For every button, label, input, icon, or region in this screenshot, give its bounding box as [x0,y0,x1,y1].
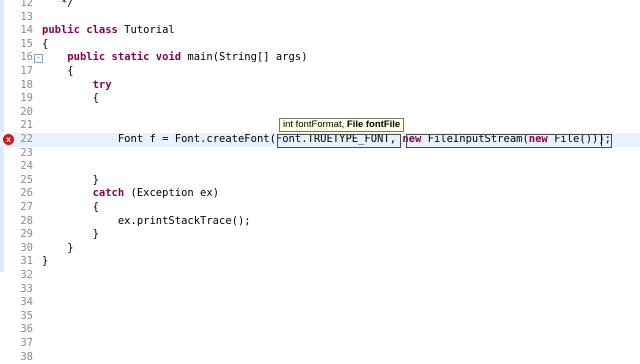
code-line-19[interactable]: 19 { [0,92,640,106]
line-number: 30 [20,241,33,254]
code-line-26[interactable]: 26 catch (Exception ex) [0,187,640,201]
code-line-12[interactable]: 12 */ [0,0,640,11]
text-caret [601,134,602,146]
code-text: { [42,201,99,213]
line-number: 36 [20,323,33,336]
keyword: public static void [67,51,182,64]
code-text: { [42,65,74,77]
code-line-30[interactable]: 30 } [0,242,640,256]
code-text: public static void main(String[] args) [67,51,308,64]
code-text: } [42,228,99,241]
parameter-hint-tooltip: int fontFormat, File fontFile [279,118,405,132]
code-text: } [42,241,74,254]
line-number: 20 [20,105,33,118]
line-number: 14 [20,24,33,37]
line-number: 19 [20,92,33,105]
code-line-33[interactable]: 33 [0,283,640,297]
error-marker-icon[interactable]: x [3,134,14,145]
code-line-31[interactable]: 31} [0,255,640,269]
code-text: catch (Exception ex) [92,187,220,200]
line-number: 15 [20,37,33,50]
code-line-23[interactable]: 23 [0,147,640,161]
code-line-24[interactable]: 24 [0,160,640,174]
line-number: 24 [20,160,33,173]
code-line-37[interactable]: 37 [0,337,640,351]
code-line-25[interactable]: 25 } [0,174,640,188]
code-text: } [42,255,49,268]
code-line-16[interactable]: 16- public static void main(String[] arg… [0,51,640,65]
line-number: 18 [20,78,33,91]
linked-argument-box-2 [406,134,612,148]
line-number: 17 [20,65,33,77]
tooltip-param-font-file: File fontFile [346,119,401,130]
code-text: public class Tutorial [42,24,175,37]
keyword: public class [42,24,118,37]
code-text: } [42,173,99,186]
code-text: try [42,79,112,93]
line-number: 13 [20,10,33,23]
line-number: 37 [20,337,33,349]
line-number: 12 [20,0,33,9]
code-line-18[interactable]: 18 try [0,79,640,93]
line-number: 34 [20,296,33,309]
code-line-29[interactable]: 29 } [0,228,640,242]
code-line-36[interactable]: 36 [0,323,640,337]
keyword: try [92,78,112,91]
line-number: 28 [20,214,33,227]
line-number: 16 [20,51,33,64]
code-line-15[interactable]: 15 { [0,38,640,52]
line-number: 29 [20,228,33,241]
tooltip-param-font-format: int fontFormat, [283,119,347,130]
line-number: 27 [20,201,33,213]
code-line-28[interactable]: 28 ex.printStackTrace(); [0,215,640,229]
code-line-17[interactable]: 17 { [0,65,640,79]
keyword: catch [92,187,125,200]
code-line-13[interactable]: 13 [0,11,640,25]
line-number: 23 [20,146,33,159]
code-text: */ [42,0,74,9]
code-line-38[interactable]: 38 [0,351,640,364]
line-number: 33 [20,282,33,295]
line-number: 21 [20,119,33,132]
code-line-32[interactable]: 32 [0,269,640,283]
line-number: 35 [20,309,33,322]
code-line-35[interactable]: 35 [0,310,640,324]
code-line-34[interactable]: 34 [0,296,640,310]
line-number: 31 [20,255,33,268]
code-line-27[interactable]: 27 { [0,201,640,215]
line-number: 38 [20,350,33,363]
code-text: ex.printStackTrace(); [42,214,251,227]
line-number: 26 [20,187,33,200]
code-line-14[interactable]: 14 public class Tutorial [0,24,640,38]
linked-argument-box-1 [277,134,401,148]
line-number: 32 [20,269,33,281]
code-text: { [42,92,99,105]
line-number: 25 [20,173,33,186]
code-text: { [42,37,49,50]
code-segment: Font [42,133,150,145]
